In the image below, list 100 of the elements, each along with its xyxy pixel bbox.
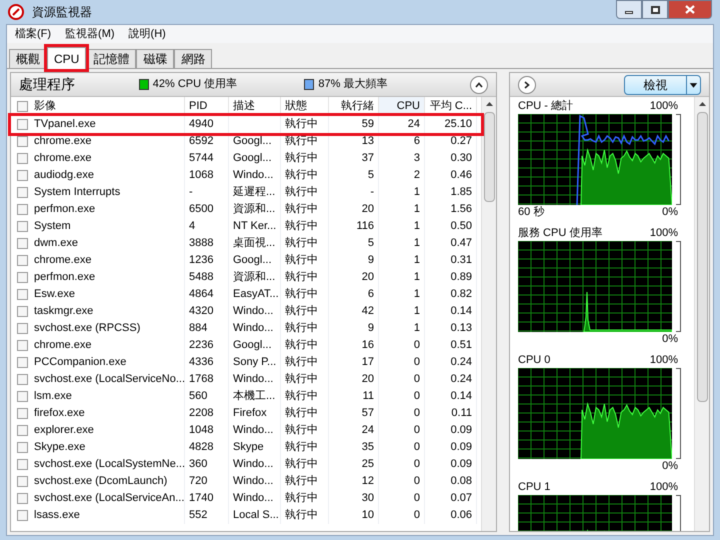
section-title: 處理程序 [19, 75, 76, 94]
table-cell-text: explorer.exe [34, 423, 94, 438]
table-cell-text: 20 [362, 202, 374, 218]
column-header[interactable]: 描述 [229, 97, 281, 115]
axis-max-label: 100% [650, 480, 678, 496]
table-cell-text: 4 [189, 219, 196, 234]
table-cell-text: Windo... [233, 304, 274, 320]
table-cell-text: 4940 [189, 117, 214, 132]
table-cell-text: 延遲程... [233, 185, 276, 200]
checkbox[interactable] [17, 238, 28, 249]
scroll-thumb[interactable] [696, 112, 708, 402]
table-cell-text: 執行中 [285, 168, 318, 184]
table-cell-text: Windo... [233, 491, 274, 506]
checkbox[interactable] [17, 476, 28, 487]
view-button[interactable]: 檢視 [624, 74, 701, 94]
checkbox[interactable] [17, 442, 28, 453]
menu-item[interactable]: 說明(H) [128, 26, 166, 42]
expand-button[interactable] [518, 76, 536, 94]
scroll-thumb[interactable] [484, 112, 494, 202]
checkbox[interactable] [17, 323, 28, 334]
table-cell-text: 執行中 [285, 508, 318, 524]
table-cell-text: 1 [414, 185, 420, 200]
menu-item[interactable]: 檔案(F) [15, 26, 52, 42]
checkbox[interactable] [17, 187, 28, 198]
checkbox[interactable] [17, 221, 28, 232]
checkbox[interactable] [17, 119, 28, 130]
table-cell-text: 1 [414, 253, 420, 268]
close-icon [685, 5, 695, 14]
table-cell-text: svchost.exe (LocalServiceAn... [34, 491, 184, 506]
checkbox[interactable] [17, 510, 28, 521]
table-cell-text: 25 [362, 457, 374, 472]
checkbox[interactable] [17, 493, 28, 504]
table-cell-text: 0.06 [450, 508, 472, 524]
window-title: 資源監視器 [32, 4, 92, 21]
table-cell-text: 0.31 [450, 253, 472, 268]
column-header[interactable]: 狀態 [281, 97, 329, 115]
checkbox[interactable] [17, 136, 28, 147]
checkbox[interactable] [17, 408, 28, 419]
checkbox[interactable] [17, 289, 28, 300]
table-cell-text: 2236 [189, 338, 214, 354]
table-cell-text: 0 [414, 372, 420, 388]
table-cell-text: 360 [189, 457, 208, 472]
table-cell-text: 0 [414, 423, 420, 438]
checkbox[interactable] [17, 459, 28, 470]
tab[interactable]: 概觀 [9, 49, 47, 68]
table-cell-text: 執行中 [285, 270, 318, 286]
checkbox[interactable] [17, 170, 28, 181]
axis-max-label: 100% [650, 99, 678, 114]
tab[interactable]: 網路 [174, 49, 212, 68]
checkbox[interactable] [17, 153, 28, 164]
checkbox[interactable] [17, 391, 28, 402]
table-cell-text: 0.14 [450, 304, 472, 320]
axis-max-label: 100% [650, 226, 678, 242]
checkbox[interactable] [17, 100, 28, 112]
table-cell-text: System Interrupts [34, 185, 120, 200]
table-cell-text: svchost.exe (LocalSystemNe... [34, 457, 186, 472]
table-cell-text: 本機工... [233, 389, 276, 404]
collapse-button[interactable] [470, 76, 488, 94]
graph-title: CPU 1 [518, 480, 550, 496]
checkbox[interactable] [17, 204, 28, 215]
column-header[interactable]: 影像 [11, 97, 185, 115]
maximize-button[interactable] [642, 0, 668, 19]
table-cell-text: 執行中 [285, 423, 318, 438]
table-cell-text: 20 [362, 372, 374, 388]
table-cell-text: 16 [362, 338, 374, 354]
table-cell-text: 執行中 [285, 406, 318, 422]
checkbox[interactable] [17, 357, 28, 368]
table-cell-text: 執行中 [285, 389, 318, 404]
tab[interactable]: CPU [47, 47, 86, 69]
scrollbar[interactable] [481, 97, 496, 531]
table-cell-text: 執行中 [285, 372, 318, 388]
table-cell-text: 2 [414, 168, 420, 184]
checkbox[interactable] [17, 272, 28, 283]
table-cell-text: 執行中 [285, 117, 318, 132]
tab[interactable]: 記憶體 [86, 49, 136, 68]
table-cell-text: 57 [362, 406, 374, 422]
checkbox[interactable] [17, 306, 28, 317]
table-cell-text: chrome.exe [34, 253, 92, 268]
scrollbar[interactable] [694, 97, 709, 531]
minimize-button[interactable] [616, 0, 642, 19]
column-header[interactable]: PID [185, 97, 229, 115]
table-cell-text: Local S... [233, 508, 279, 524]
tab[interactable]: 磁碟 [136, 49, 174, 68]
checkbox[interactable] [17, 255, 28, 266]
table-cell-text: 資源和... [233, 202, 276, 218]
table-cell-text: 116 [356, 219, 374, 234]
scroll-up-icon [486, 102, 492, 106]
checkbox[interactable] [17, 374, 28, 385]
table-cell-text: 3 [414, 151, 420, 166]
menu-item[interactable]: 監視器(M) [65, 26, 115, 42]
column-header[interactable]: 平均 C... [425, 97, 477, 115]
table-cell-text: 5744 [189, 151, 214, 166]
close-button[interactable] [668, 0, 712, 19]
table-cell-text: chrome.exe [34, 151, 92, 166]
checkbox[interactable] [17, 340, 28, 351]
checkbox[interactable] [17, 425, 28, 436]
table-cell-text: lsass.exe [34, 508, 80, 524]
table-cell-text: 執行中 [285, 440, 318, 456]
table-cell-text: 1 [414, 236, 420, 252]
table-cell-text: Windo... [233, 168, 274, 184]
